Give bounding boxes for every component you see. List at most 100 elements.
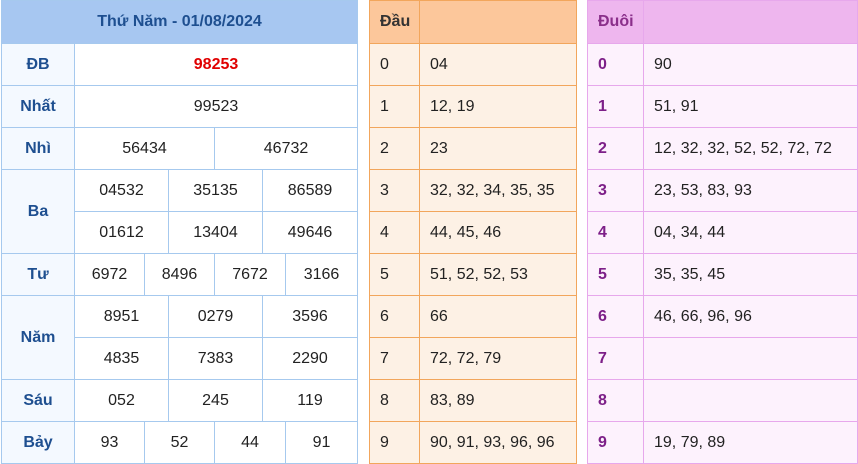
prize-value: 8951: [74, 295, 169, 338]
prize-label: Nhất: [1, 85, 75, 128]
prize-value: 98253: [73, 43, 359, 86]
prize-row-db: ĐB 98253: [1, 43, 359, 86]
tail-values: 51, 91: [643, 85, 858, 128]
results-table: Thứ Năm - 01/08/2024 ĐB 98253 Nhất 99523…: [0, 0, 359, 464]
head-values: 12, 19: [419, 85, 577, 128]
tail-header-row: Đuôi: [587, 0, 858, 44]
tail-digit: 3: [587, 169, 644, 212]
prize-row-sau: Sáu 052 245 119: [1, 379, 359, 422]
prize-label: Sáu: [1, 379, 75, 422]
prize-value: 119: [261, 379, 359, 422]
prize-label: Tư: [1, 253, 75, 296]
head-digit: 7: [369, 337, 420, 380]
prize-row-nhat: Nhất 99523: [1, 85, 359, 128]
head-digit: 8: [369, 379, 420, 422]
head-values: 23: [419, 127, 577, 170]
prize-value: 7672: [214, 253, 286, 296]
head-row: 3 32, 32, 34, 35, 35: [369, 169, 577, 212]
head-digit: 4: [369, 211, 420, 254]
head-digit: 1: [369, 85, 420, 128]
prize-value: 46732: [213, 127, 359, 170]
prize-value: 56434: [74, 127, 215, 170]
prize-value: 245: [168, 379, 263, 422]
results-title: Thứ Năm - 01/08/2024: [0, 0, 359, 44]
head-row: 6 66: [369, 295, 577, 338]
head-row: 8 83, 89: [369, 379, 577, 422]
tail-header-blank: [643, 0, 858, 44]
head-header-row: Đầu: [369, 0, 577, 44]
tail-row: 0 90: [587, 43, 858, 86]
prize-row-nhi: Nhì 56434 46732: [1, 127, 359, 170]
head-row: 4 44, 45, 46: [369, 211, 577, 254]
prize-label: Năm: [1, 295, 75, 380]
tail-values: [643, 337, 858, 380]
prize-label: ĐB: [1, 43, 75, 86]
head-digit: 0: [369, 43, 420, 86]
prize-row-tu: Tư 6972 8496 7672 3166: [1, 253, 359, 296]
head-digit: 5: [369, 253, 420, 296]
head-digit: 2: [369, 127, 420, 170]
head-header-blank: [419, 0, 577, 44]
prize-value: 3166: [284, 253, 359, 296]
head-row: 2 23: [369, 127, 577, 170]
prize-value: 35135: [168, 169, 263, 212]
tail-table: Đuôi 0 90 1 51, 91 2 12, 32, 32, 52, 52, 72…: [587, 0, 858, 464]
tail-row: 8: [587, 379, 858, 422]
head-row: 5 51, 52, 52, 53: [369, 253, 577, 296]
prize-value: 6972: [74, 253, 145, 296]
head-digit: 6: [369, 295, 420, 338]
tail-row: 2 12, 32, 32, 52, 52, 72, 72: [587, 127, 858, 170]
prize-value: 86589: [261, 169, 359, 212]
prize-value: 44: [214, 421, 286, 464]
head-digit: 3: [369, 169, 420, 212]
prize-row-nam: Năm 8951 0279 3596: [1, 295, 359, 380]
tail-row: 4 04, 34, 44: [587, 211, 858, 254]
prize-value: 01612: [74, 211, 169, 254]
tail-row: 5 35, 35, 45: [587, 253, 858, 296]
tail-digit: 2: [587, 127, 644, 170]
head-values: 90, 91, 93, 96, 96: [419, 421, 577, 464]
tail-digit: 4: [587, 211, 644, 254]
prize-row-bay: Bảy 93 52 44 91: [1, 421, 359, 464]
head-values: 83, 89: [419, 379, 577, 422]
prize-value: 0279: [168, 295, 263, 338]
prize-value: 8496: [144, 253, 215, 296]
tail-values: 23, 53, 83, 93: [643, 169, 858, 212]
head-values: 32, 32, 34, 35, 35: [419, 169, 577, 212]
prize-value: 052: [74, 379, 169, 422]
head-row: 1 12, 19: [369, 85, 577, 128]
head-table: Đầu 0 04 1 12, 19 2 23 3 32, 32, 34, 35, 35 …: [369, 0, 577, 464]
tail-digit: 1: [587, 85, 644, 128]
tail-digit: 9: [587, 421, 644, 464]
tail-digit: 7: [587, 337, 644, 380]
head-row: 0 04: [369, 43, 577, 86]
prize-value: 13404: [168, 211, 263, 254]
tail-digit: 8: [587, 379, 644, 422]
tail-values: 35, 35, 45: [643, 253, 858, 296]
tail-values: 46, 66, 96, 96: [643, 295, 858, 338]
prize-value: 3596: [261, 295, 359, 338]
tail-row: 9 19, 79, 89: [587, 421, 858, 464]
results-header-row: Thứ Năm - 01/08/2024: [0, 0, 359, 44]
tail-row: 6 46, 66, 96, 96: [587, 295, 858, 338]
prize-value: 52: [144, 421, 215, 464]
tail-title: Đuôi: [587, 0, 644, 44]
prize-value: 2290: [261, 337, 359, 380]
prize-value: 91: [284, 421, 359, 464]
head-values: 51, 52, 52, 53: [419, 253, 577, 296]
prize-value: 4835: [74, 337, 169, 380]
tail-row: 3 23, 53, 83, 93: [587, 169, 858, 212]
prize-value: 99523: [73, 85, 359, 128]
prize-label: Bảy: [1, 421, 75, 464]
prize-row-ba: Ba 04532 35135 86589: [1, 169, 359, 254]
tail-values: 04, 34, 44: [643, 211, 858, 254]
prize-value: 7383: [168, 337, 263, 380]
tail-values: 19, 79, 89: [643, 421, 858, 464]
head-row: 7 72, 72, 79: [369, 337, 577, 380]
head-values: 04: [419, 43, 577, 86]
tail-values: [643, 379, 858, 422]
prize-value: 93: [74, 421, 145, 464]
tail-row: 7: [587, 337, 858, 380]
head-digit: 9: [369, 421, 420, 464]
head-values: 72, 72, 79: [419, 337, 577, 380]
